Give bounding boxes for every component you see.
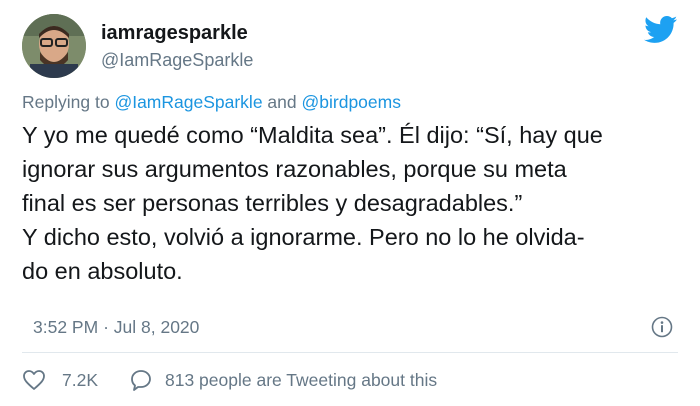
reply-conjunction: and	[267, 92, 297, 112]
tweet-timestamp[interactable]: 3:52 PM · Jul 8, 2020	[33, 317, 199, 338]
tweet-line: ignorar sus argumentos razonables, porqu…	[22, 156, 567, 182]
tweet-time: 3:52 PM	[33, 317, 99, 337]
heart-icon[interactable]	[22, 369, 46, 391]
tweet-line: Y yo me quedé como “Maldita sea”. Él dij…	[22, 122, 603, 148]
mention-link[interactable]: @birdpoems	[302, 92, 401, 112]
avatar[interactable]	[22, 14, 86, 78]
comment-text[interactable]: 813 people are Tweeting about this	[165, 370, 437, 391]
tweet-line: Y dicho esto, volvió a ignorarme. Pero n…	[22, 224, 585, 250]
meta-separator: ·	[103, 317, 109, 337]
tweet-line: do en absoluto.	[22, 258, 183, 284]
reply-context: Replying to @IamRageSparkle and @birdpoe…	[22, 92, 401, 113]
user-handle[interactable]: @IamRageSparkle	[101, 50, 253, 71]
tweet-text: Y yo me quedé como “Maldita sea”. Él dij…	[22, 118, 694, 288]
mention-link[interactable]: @IamRageSparkle	[114, 92, 262, 112]
divider	[22, 352, 678, 353]
reply-prefix: Replying to	[22, 92, 110, 112]
like-count[interactable]: 7.2K	[62, 370, 98, 391]
twitter-bird-icon[interactable]	[644, 16, 678, 44]
avatar-photo	[22, 14, 86, 78]
display-name[interactable]: iamragesparkle	[101, 22, 248, 45]
comment-icon[interactable]	[129, 368, 153, 392]
tweet-line: final es ser personas terribles y desagr…	[22, 190, 523, 216]
tweet-date: Jul 8, 2020	[113, 317, 200, 337]
tweet-actions: 7.2K 813 people are Tweeting about this	[22, 367, 437, 393]
info-icon[interactable]	[651, 316, 673, 338]
